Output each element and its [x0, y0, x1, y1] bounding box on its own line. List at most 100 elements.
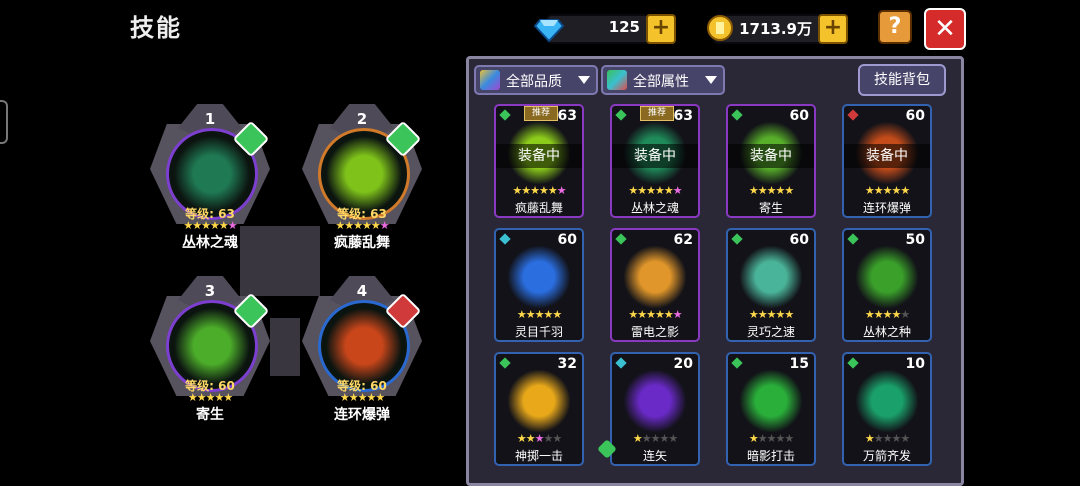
element-gem-icon — [847, 233, 859, 245]
equipped-slot-3[interactable]: 3 等级: 60 ★★★★★ 寄生 — [146, 270, 274, 423]
star-rating: ★★★★★ — [632, 432, 678, 445]
skill-card[interactable]: 60 ★★★★★ 灵巧之速 — [726, 228, 816, 342]
equipped-tag: 装备中 — [728, 144, 814, 168]
diamond-icon — [534, 19, 564, 42]
quality-icon — [480, 70, 500, 90]
recommend-tag: 推荐 — [640, 106, 674, 121]
slot-skill-name: 丛林之魂 — [182, 235, 238, 251]
element-gem-icon — [499, 233, 511, 245]
element-gem-icon — [499, 357, 511, 369]
skill-name: 疯藤乱舞 — [514, 201, 563, 215]
skill-art — [856, 246, 918, 308]
skill-name: 丛林之魂 — [630, 201, 679, 215]
equipped-slot-1[interactable]: 1 等级: 63 ★★★★★★ 丛林之魂 — [146, 98, 274, 251]
element-gem-icon — [615, 109, 627, 121]
quality-filter-dropdown[interactable]: 全部品质 — [474, 65, 598, 95]
skill-bag-button[interactable]: 技能背包 — [858, 64, 946, 96]
star-rating: ★★★★★ — [748, 308, 794, 321]
slot-skill-name: 连环爆弹 — [334, 407, 390, 423]
help-button[interactable]: ? — [878, 10, 912, 44]
skill-level: 60 — [789, 232, 809, 248]
skill-card[interactable]: 10 ★★★★★ 万箭齐发 — [842, 352, 932, 466]
chevron-down-icon — [705, 76, 717, 84]
skill-card[interactable]: 15 ★★★★★ 暗影打击 — [726, 352, 816, 466]
element-gem-icon — [499, 109, 511, 121]
coin-icon — [707, 15, 733, 41]
skill-card[interactable]: 60 ★★★★★ 灵目千羽 — [494, 228, 584, 342]
equipped-slot-2[interactable]: 2 等级: 63 ★★★★★★ 疯藤乱舞 — [298, 98, 426, 251]
skill-name: 暗影打击 — [746, 449, 795, 463]
skill-art — [856, 370, 918, 432]
gold-counter: 1713.9万 + — [707, 14, 848, 44]
element-gem-icon — [847, 357, 859, 369]
skill-level: 60 — [557, 232, 577, 248]
star-rating: ★★★★★ — [864, 184, 910, 197]
skill-card[interactable]: 60 装备中 ★★★★★ 连环爆弹 — [842, 104, 932, 218]
skill-name: 神掷一击 — [514, 449, 563, 463]
skill-name: 灵目千羽 — [514, 325, 563, 339]
skill-card[interactable]: 63 推荐装备中 ★★★★★★ 丛林之魂 — [610, 104, 700, 218]
element-gem-icon — [731, 357, 743, 369]
skill-name: 雷电之影 — [630, 325, 679, 339]
element-gem-icon — [731, 109, 743, 121]
attribute-filter-label: 全部属性 — [633, 74, 689, 90]
skill-level: 63 — [673, 108, 693, 124]
close-button[interactable]: ✕ — [924, 8, 966, 50]
equipped-tag: 装备中 — [844, 144, 930, 168]
skill-art — [624, 246, 686, 308]
skill-level: 60 — [789, 108, 809, 124]
skill-level: 60 — [905, 108, 925, 124]
skill-name: 连环爆弹 — [862, 201, 911, 215]
star-rating: ★★★★★★ — [628, 308, 682, 321]
skill-level: 32 — [557, 356, 577, 372]
page-title: 技能 — [130, 14, 182, 42]
skill-card[interactable]: 63 推荐 装备中 ★★★★★★ 疯藤乱舞 — [494, 104, 584, 218]
add-gold-button[interactable]: + — [818, 14, 848, 44]
equipped-tag: 装备中 — [496, 144, 582, 168]
gem-amount: 125 — [608, 18, 640, 36]
skill-card[interactable]: 32 ★★★★★ 神掷一击 — [494, 352, 584, 466]
skill-level: 62 — [673, 232, 693, 248]
skill-name: 丛林之种 — [862, 325, 911, 339]
equipped-slot-4[interactable]: 4 等级: 60 ★★★★★ 连环爆弹 — [298, 270, 426, 423]
skill-card[interactable]: 62 ★★★★★★ 雷电之影 — [610, 228, 700, 342]
star-rating: ★★★★★ — [516, 308, 562, 321]
add-gems-button[interactable]: + — [646, 14, 676, 44]
skill-name: 连矢 — [642, 449, 667, 463]
star-rating: ★★★★★ — [187, 391, 233, 404]
skill-level: 15 — [789, 356, 809, 372]
slot-connector — [270, 318, 300, 376]
attribute-filter-dropdown[interactable]: 全部属性 — [601, 65, 725, 95]
element-gem-icon — [847, 109, 859, 121]
slot-skill-name: 疯藤乱舞 — [334, 235, 390, 251]
star-rating: ★★★★★ — [864, 308, 910, 321]
quality-filter-label: 全部品质 — [506, 74, 562, 90]
skill-name: 寄生 — [758, 201, 783, 215]
gold-amount: 1713.9万 — [739, 20, 812, 38]
skill-art — [508, 246, 570, 308]
side-edge-tab[interactable] — [0, 100, 8, 144]
chevron-down-icon — [578, 76, 590, 84]
skill-card[interactable]: 60 装备中 ★★★★★ 寄生 — [726, 104, 816, 218]
skill-card[interactable]: 50 ★★★★★ 丛林之种 — [842, 228, 932, 342]
star-rating: ★★★★★ — [339, 391, 385, 404]
skill-art — [740, 370, 802, 432]
skill-level: 50 — [905, 232, 925, 248]
skill-card[interactable]: 20 ★★★★★ 连矢 — [610, 352, 700, 466]
star-rating: ★★★★★ — [516, 432, 562, 445]
skill-art — [740, 246, 802, 308]
star-rating: ★★★★★ — [748, 432, 794, 445]
element-gem-icon — [615, 233, 627, 245]
star-rating: ★★★★★★ — [628, 184, 682, 197]
star-rating: ★★★★★★ — [512, 184, 566, 197]
skill-name: 万箭齐发 — [862, 449, 911, 463]
slot-skill-name: 寄生 — [196, 407, 224, 423]
skill-art — [508, 370, 570, 432]
recommend-tag: 推荐 — [524, 106, 558, 121]
star-rating: ★★★★★★ — [183, 219, 237, 232]
equipped-tag: 装备中 — [612, 144, 698, 168]
star-rating: ★★★★★ — [748, 184, 794, 197]
skill-level: 10 — [905, 356, 925, 372]
skill-art — [624, 370, 686, 432]
attribute-icon — [607, 70, 627, 90]
